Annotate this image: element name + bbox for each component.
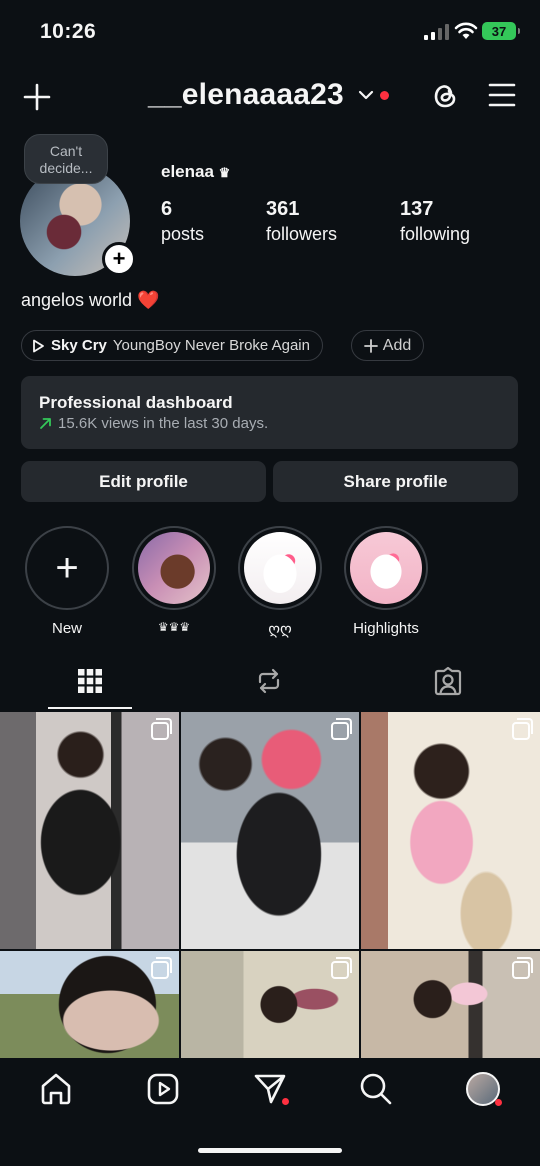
display-name-text: elenaa: [161, 162, 214, 181]
reels-icon[interactable]: [146, 1072, 180, 1106]
menu-icon[interactable]: [488, 82, 516, 108]
home-icon[interactable]: [39, 1072, 73, 1106]
messages-notification-dot: [282, 1098, 289, 1105]
active-tab-indicator: [48, 707, 132, 709]
reposts-icon[interactable]: [254, 666, 284, 696]
dashboard-views-text: 15.6K views in the last 30 days.: [58, 415, 269, 432]
status-bar: 10:26 37: [0, 0, 540, 64]
tagged-icon[interactable]: [433, 666, 463, 696]
dashboard-subtitle: 15.6K views in the last 30 days.: [39, 415, 500, 432]
account-notification-dot: [380, 91, 389, 100]
search-icon[interactable]: [359, 1072, 393, 1106]
grid-icon[interactable]: [75, 666, 105, 696]
new-highlight-plus-icon: +: [55, 546, 79, 590]
highlight-item[interactable]: Highlights: [344, 526, 428, 637]
bio-text: angelos world: [21, 290, 133, 310]
play-icon: [33, 339, 44, 352]
account-username[interactable]: __elenaaaa23: [148, 78, 344, 112]
display-name: elenaa ♛: [161, 162, 230, 182]
music-artist: YoungBoy Never Broke Again: [112, 337, 310, 354]
post-thumbnail[interactable]: [0, 712, 179, 949]
profile-music-pill[interactable]: Sky Cry YoungBoy Never Broke Again: [21, 330, 323, 361]
highlight-label: New: [51, 620, 82, 637]
highlight-new[interactable]: + New: [25, 526, 109, 637]
professional-dashboard-card[interactable]: Professional dashboard 15.6K views in th…: [21, 376, 518, 449]
multi-photo-icon: [151, 957, 172, 979]
post-thumbnail[interactable]: [361, 712, 540, 949]
following-stat[interactable]: 137 following: [400, 198, 470, 245]
add-story-plus-icon[interactable]: +: [102, 242, 136, 276]
post-thumbnail[interactable]: [361, 951, 540, 1058]
multi-photo-icon: [512, 718, 533, 740]
profile-note-bubble[interactable]: Can't decide...: [24, 134, 108, 184]
highlight-ring[interactable]: [132, 526, 216, 610]
post-thumbnail[interactable]: [181, 712, 359, 949]
add-link-label: Add: [382, 336, 412, 354]
posts-grid: [0, 712, 540, 1058]
wifi-icon: [454, 22, 478, 39]
followers-label: followers: [266, 224, 338, 244]
profile-notification-dot: [495, 1099, 502, 1106]
post-thumbnail[interactable]: [181, 951, 359, 1058]
highlight-label: ღღ: [268, 621, 292, 638]
plus-icon: [363, 338, 378, 353]
following-label: following: [400, 224, 471, 244]
edit-profile-button[interactable]: Edit profile: [21, 461, 266, 502]
trend-up-arrow-icon: [40, 418, 51, 429]
followers-stat[interactable]: 361 followers: [266, 198, 337, 245]
dashboard-title: Professional dashboard: [39, 393, 233, 412]
chevron-down-icon[interactable]: [358, 88, 374, 102]
status-time: 10:26: [40, 20, 97, 43]
following-count: 137: [400, 198, 434, 220]
battery-icon: 37: [482, 22, 520, 40]
heart-emoji: ❤️: [137, 290, 160, 310]
crown-badge-icon: ♛: [218, 165, 231, 180]
multi-photo-icon: [331, 718, 352, 740]
highlight-label: ♛♛♛: [157, 620, 191, 634]
cellular-signal-icon: [424, 24, 449, 40]
followers-count: 361: [266, 198, 300, 220]
multi-photo-icon: [512, 957, 533, 979]
highlight-label: Highlights: [353, 620, 419, 637]
add-link-button[interactable]: Add: [351, 330, 424, 361]
multi-photo-icon: [151, 718, 172, 740]
highlight-item[interactable]: ღღ: [238, 526, 322, 638]
posts-label: posts: [161, 224, 205, 244]
posts-stat: 6 posts: [161, 198, 204, 245]
profile-bio: angelos world ❤️: [21, 290, 160, 311]
music-song-title: Sky Cry: [51, 337, 107, 354]
highlight-cover: [350, 532, 422, 604]
profile-header: __elenaaaa23: [0, 72, 540, 120]
home-indicator: [198, 1148, 342, 1153]
highlight-cover: [244, 532, 316, 604]
highlight-item[interactable]: ♛♛♛: [132, 526, 216, 634]
highlight-ring[interactable]: [238, 526, 322, 610]
posts-count: 6: [161, 198, 173, 220]
post-thumbnail[interactable]: [0, 951, 179, 1058]
create-plus-icon[interactable]: [22, 82, 52, 112]
battery-level: 37: [491, 23, 507, 39]
bottom-navigation: [0, 1058, 540, 1166]
highlight-cover: [138, 532, 210, 604]
highlight-new-ring[interactable]: +: [25, 526, 109, 610]
highlight-ring[interactable]: [344, 526, 428, 610]
profile-content-tabs: [0, 660, 540, 710]
multi-photo-icon: [331, 957, 352, 979]
threads-icon[interactable]: [430, 80, 460, 112]
share-profile-button[interactable]: Share profile: [273, 461, 518, 502]
